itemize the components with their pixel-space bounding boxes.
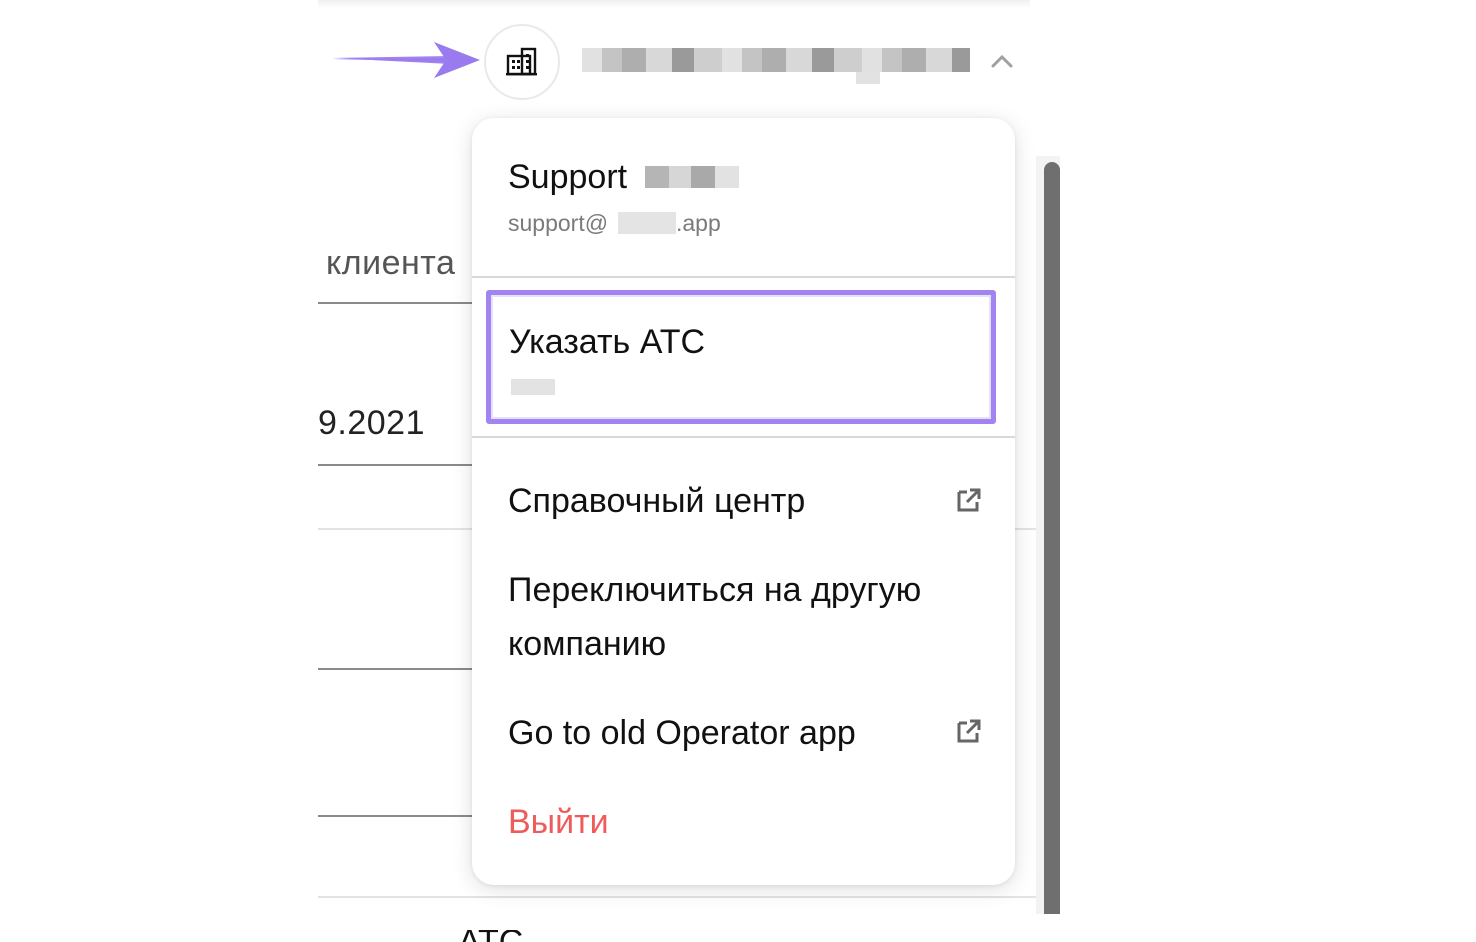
chevron-up-icon[interactable] bbox=[990, 52, 1014, 70]
table-row-divider bbox=[318, 896, 1036, 898]
logout-button[interactable]: Выйти bbox=[508, 795, 988, 849]
input-underline bbox=[318, 668, 472, 670]
menu-divider bbox=[472, 436, 1015, 438]
topbar bbox=[318, 0, 1030, 8]
user-surname-redacted bbox=[645, 166, 739, 188]
menu-item-label: Переключиться на другую компанию bbox=[508, 571, 922, 663]
table-divider bbox=[318, 302, 472, 304]
select-pbx-item[interactable]: Указать АТС bbox=[486, 290, 996, 424]
menu-item-switch-company[interactable]: Переключиться на другую компанию bbox=[508, 563, 988, 671]
screen: клиента 9.2021 АТС Supp bbox=[0, 0, 1476, 942]
select-pbx-label: Указать АТС bbox=[509, 323, 706, 361]
external-link-icon[interactable] bbox=[956, 487, 982, 513]
logout-label: Выйти bbox=[508, 803, 609, 841]
annotation-arrow-icon bbox=[332, 42, 480, 78]
account-menu: Support support@ .app Указать АТС Справо… bbox=[472, 118, 1015, 885]
user-name: Support bbox=[508, 158, 628, 196]
menu-divider bbox=[472, 276, 1015, 278]
bottom-text: АТС bbox=[458, 930, 523, 942]
user-email: support@ bbox=[508, 210, 609, 236]
table-cell-date: 9.2021 bbox=[318, 404, 425, 442]
scrollbar-thumb[interactable] bbox=[1044, 162, 1060, 914]
menu-item-help-center[interactable]: Справочный центр bbox=[508, 474, 988, 528]
user-email-suffix: .app bbox=[676, 210, 721, 236]
company-button[interactable] bbox=[484, 24, 560, 100]
company-name[interactable] bbox=[582, 48, 970, 72]
external-link-icon[interactable] bbox=[956, 718, 982, 744]
input-underline bbox=[318, 464, 472, 466]
menu-item-label: Go to old Operator app bbox=[508, 714, 856, 752]
menu-item-old-operator-app[interactable]: Go to old Operator app bbox=[508, 706, 988, 760]
building-icon bbox=[506, 47, 537, 76]
menu-item-label: Справочный центр bbox=[508, 482, 806, 520]
pbx-sub-redacted bbox=[511, 379, 555, 395]
email-domain-redacted bbox=[618, 212, 676, 234]
input-underline bbox=[318, 815, 472, 817]
company-name-fragment bbox=[856, 72, 880, 84]
column-header-client: клиента bbox=[326, 244, 456, 282]
